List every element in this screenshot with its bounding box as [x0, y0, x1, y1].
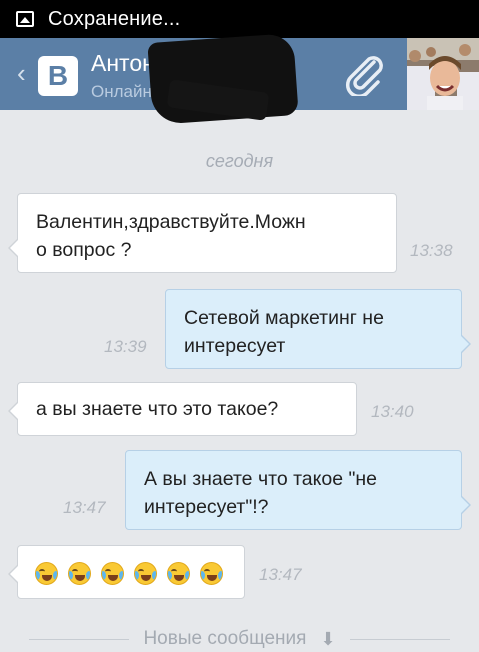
- message-time: 13:38: [410, 241, 453, 260]
- contact-status: Онлайн: [91, 82, 152, 101]
- attach-button[interactable]: [340, 52, 390, 99]
- face-with-tears-of-joy-icon: [200, 561, 223, 585]
- message-text: а вы знаете что это такое?: [36, 398, 279, 420]
- new-messages-divider[interactable]: Новые сообщения ⬇: [0, 626, 479, 652]
- message-text: Валентин,здравствуйте.Можн о вопрос ?: [36, 211, 306, 261]
- date-separator: сегодня: [205, 151, 274, 171]
- status-text: Сохранение...: [48, 7, 181, 30]
- face-with-tears-of-joy-icon: [35, 561, 58, 585]
- message-bubble-incoming[interactable]: Валентин,здравствуйте.Можн о вопрос ?: [8, 193, 397, 273]
- paperclip-icon: [345, 56, 383, 99]
- message-time: 13:47: [259, 565, 302, 584]
- message-bubble-outgoing[interactable]: Сетевой маркетинг не интересует: [165, 289, 471, 369]
- chat-header: ‹ B Антон Онлайн: [0, 33, 479, 125]
- message-text: А вы знаете что такое "не интересует"!?: [144, 468, 378, 518]
- new-messages-label: Новые сообщения: [143, 628, 307, 649]
- message-time: 13:39: [104, 337, 147, 356]
- face-with-tears-of-joy-icon: [68, 561, 91, 585]
- message-bubble-incoming[interactable]: [8, 545, 245, 599]
- emoji-row: [35, 559, 227, 587]
- vk-logo[interactable]: B: [38, 56, 78, 96]
- divider-line: [29, 638, 130, 640]
- face-with-tears-of-joy-icon: [134, 561, 157, 585]
- face-with-tears-of-joy-icon: [101, 561, 124, 585]
- avatar-photo: [407, 38, 479, 110]
- message-bubble-incoming[interactable]: а вы знаете что это такое?: [8, 382, 357, 436]
- message-bubble-outgoing[interactable]: А вы знаете что такое "не интересует"!?: [125, 450, 471, 530]
- message-time: 13:40: [371, 402, 414, 421]
- chevron-left-icon[interactable]: ‹: [17, 60, 26, 86]
- contact-name[interactable]: Антон: [91, 50, 155, 77]
- message-time: 13:47: [63, 498, 106, 517]
- avatar[interactable]: [407, 38, 479, 110]
- image-icon: [16, 11, 34, 27]
- face-with-tears-of-joy-icon: [167, 561, 190, 585]
- divider-line: [349, 638, 450, 640]
- status-bar: Сохранение...: [0, 0, 479, 38]
- arrow-down-icon: ⬇: [320, 628, 336, 649]
- message-text: Сетевой маркетинг не интересует: [184, 307, 384, 357]
